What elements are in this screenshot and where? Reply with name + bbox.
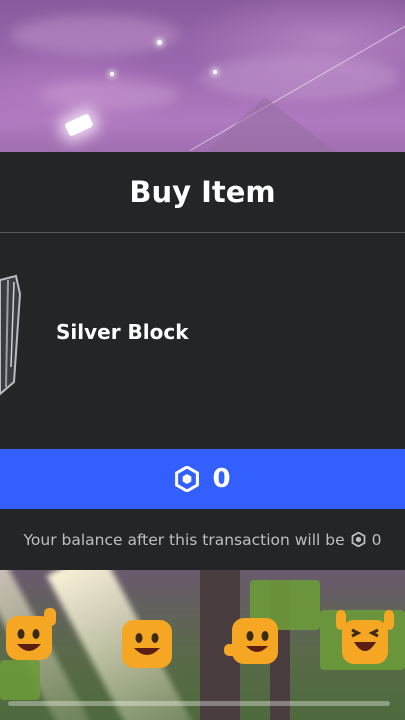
silver-block-icon (0, 274, 22, 396)
robux-icon (175, 466, 200, 492)
robux-icon (351, 532, 366, 547)
item-name: Silver Block (56, 320, 189, 344)
balance-text: Your balance after this transaction will… (23, 530, 345, 549)
game-background-top (0, 0, 405, 152)
balance-value: 0 (371, 530, 382, 549)
pointing-emoji-icon (224, 618, 278, 664)
price-label: 0 (212, 464, 231, 494)
game-background-bottom (0, 570, 405, 720)
star-icon (110, 72, 114, 76)
dialog-title: Buy Item (129, 175, 276, 209)
divider (0, 232, 405, 233)
star-icon (213, 70, 217, 74)
grinning-emoji-icon (122, 620, 172, 668)
cheering-emoji-icon (336, 610, 394, 664)
buy-button[interactable]: 0 (0, 449, 405, 509)
waving-emoji-icon (6, 608, 56, 660)
progress-bar (8, 701, 390, 706)
balance-note: Your balance after this transaction will… (0, 509, 405, 570)
buy-item-dialog: Buy Item Silver Block 0 Your balance aft… (0, 152, 405, 570)
star-icon (157, 40, 162, 45)
glowing-block (64, 113, 94, 137)
